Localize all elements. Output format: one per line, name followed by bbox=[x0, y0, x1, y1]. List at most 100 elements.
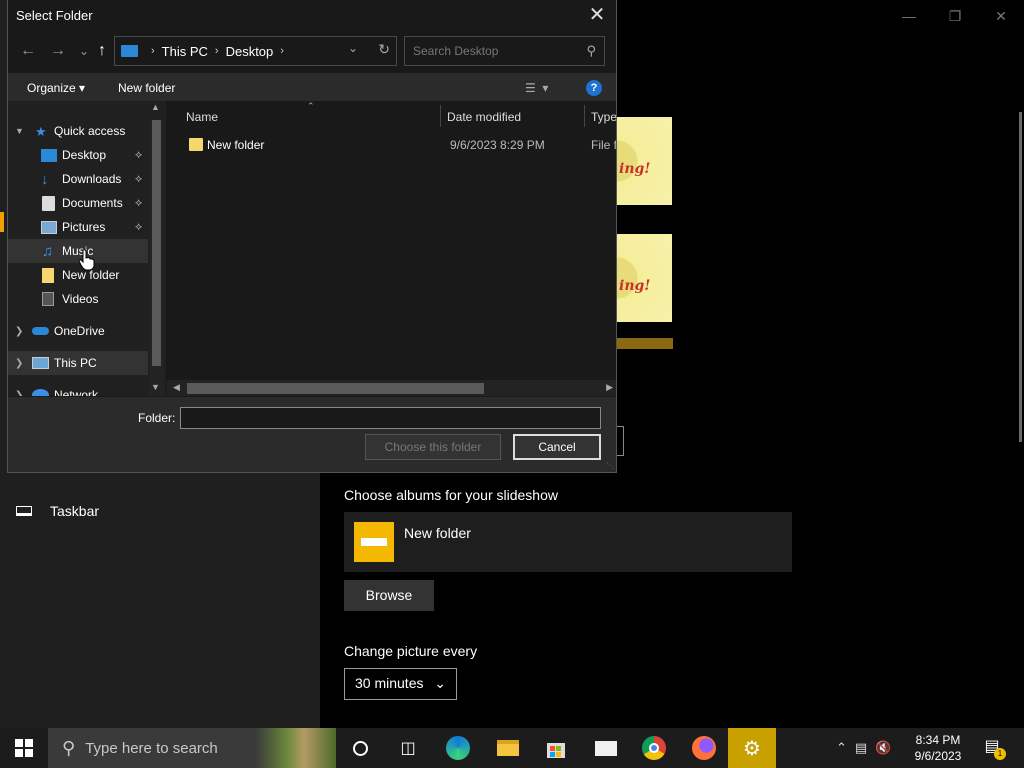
column-divider[interactable] bbox=[440, 105, 441, 127]
search-icon: ⚲ bbox=[62, 737, 76, 758]
file-name: New folder bbox=[207, 138, 265, 152]
view-options-icon[interactable]: ☰ ▾ bbox=[525, 81, 548, 95]
scroll-down-icon[interactable]: ▼ bbox=[151, 382, 160, 392]
nav-item-desktop[interactable]: Desktop ⟡ bbox=[8, 143, 148, 167]
pin-icon: ⟡ bbox=[135, 196, 143, 209]
nav-item-pictures[interactable]: Pictures ⟡ bbox=[8, 215, 148, 239]
scroll-up-icon[interactable]: ▲ bbox=[151, 102, 160, 112]
choose-folder-button[interactable]: Choose this folder bbox=[365, 434, 501, 460]
taskbar-search-box[interactable]: ⚲ Type here to search bbox=[48, 728, 336, 768]
mail-icon[interactable] bbox=[582, 728, 630, 768]
nav-item-videos[interactable]: Videos bbox=[8, 287, 148, 311]
close-icon[interactable]: ✕ bbox=[582, 1, 612, 31]
folder-icon bbox=[42, 268, 54, 283]
sidebar-item-taskbar[interactable]: Taskbar bbox=[16, 503, 99, 519]
network-icon bbox=[32, 389, 49, 396]
nav-item-label: OneDrive bbox=[54, 324, 105, 338]
nav-item-network[interactable]: ❯ Network bbox=[8, 383, 148, 396]
search-icon: ⚲ bbox=[586, 43, 596, 58]
cortana-icon[interactable] bbox=[336, 728, 384, 768]
nav-item-downloads[interactable]: ↓ Downloads ⟡ bbox=[8, 167, 148, 191]
select-folder-dialog: Select Folder ✕ ← → ⌄ ↑ › This PC › Desk… bbox=[7, 0, 617, 473]
windows-start-icon[interactable] bbox=[0, 728, 48, 768]
nav-item-documents[interactable]: Documents ⟡ bbox=[8, 191, 148, 215]
nav-item-label: Videos bbox=[62, 292, 99, 306]
microsoft-store-icon[interactable] bbox=[532, 728, 580, 768]
file-type: File folder bbox=[591, 138, 616, 152]
settings-gear-icon[interactable]: ⚙ bbox=[728, 728, 776, 768]
download-icon: ↓ bbox=[41, 170, 49, 188]
browse-button[interactable]: Browse bbox=[344, 580, 434, 611]
cancel-button[interactable]: Cancel bbox=[513, 434, 601, 460]
resize-grip-icon[interactable]: ⋱ bbox=[606, 461, 614, 470]
album-card[interactable]: New folder bbox=[344, 512, 792, 572]
address-bar[interactable]: › This PC › Desktop › ⌄ ↻ bbox=[114, 36, 397, 66]
horizontal-scroll-thumb[interactable] bbox=[187, 383, 484, 394]
settings-scrollbar[interactable] bbox=[1019, 112, 1022, 442]
back-arrow-icon[interactable]: ← bbox=[15, 38, 41, 64]
column-header-type[interactable]: Type bbox=[591, 110, 616, 124]
thumbnail-text: ing! bbox=[619, 161, 651, 177]
interval-select[interactable]: 30 minutes ⌄ bbox=[344, 668, 457, 700]
refresh-icon[interactable]: ↻ bbox=[378, 41, 390, 58]
organize-button[interactable]: Organize ▾ bbox=[27, 81, 85, 95]
address-dropdown-icon[interactable]: ⌄ bbox=[348, 41, 358, 55]
task-view-icon[interactable]: ◫ bbox=[384, 728, 432, 768]
breadcrumb-this-pc[interactable]: This PC bbox=[162, 44, 208, 59]
close-window-icon[interactable]: ✕ bbox=[978, 6, 1024, 26]
notification-center-icon[interactable]: ▤ 1 bbox=[980, 736, 1006, 760]
folder-icon bbox=[189, 138, 203, 151]
column-header-name[interactable]: Name bbox=[186, 110, 218, 124]
nav-item-label: Network bbox=[54, 388, 99, 396]
chevron-right-icon: ❯ bbox=[15, 325, 24, 337]
nav-item-label: Documents bbox=[62, 196, 123, 210]
firefox-browser-icon[interactable] bbox=[680, 728, 728, 768]
sort-ascending-icon: ⌃ bbox=[307, 101, 315, 111]
column-header-date[interactable]: Date modified bbox=[447, 110, 521, 124]
nav-item-this-pc[interactable]: ❯ This PC bbox=[8, 351, 148, 375]
taskbar-clock[interactable]: 8:34 PM 9/6/2023 bbox=[908, 732, 968, 764]
column-divider[interactable] bbox=[584, 105, 585, 127]
preview-thumbnail: ing! bbox=[617, 117, 672, 205]
album-name: New folder bbox=[404, 525, 471, 541]
nav-item-label: Desktop bbox=[62, 148, 107, 162]
video-icon bbox=[42, 292, 54, 306]
chevron-up-icon[interactable]: ⌃ bbox=[836, 740, 847, 756]
help-icon[interactable]: ? bbox=[586, 80, 602, 96]
horizontal-scrollbar[interactable]: ◀ ▶ bbox=[167, 380, 616, 396]
up-arrow-icon[interactable]: ↑ bbox=[89, 38, 115, 64]
forward-arrow-icon[interactable]: → bbox=[45, 38, 71, 64]
network-tray-icon[interactable]: ▤ bbox=[855, 740, 867, 756]
file-explorer-icon[interactable] bbox=[484, 728, 532, 768]
edge-browser-icon[interactable] bbox=[434, 728, 482, 768]
volume-muted-icon[interactable]: 🔇 bbox=[875, 740, 891, 756]
folder-input[interactable] bbox=[180, 407, 601, 429]
minimize-icon[interactable]: — bbox=[886, 6, 932, 26]
computer-icon bbox=[32, 357, 49, 369]
folder-icon bbox=[354, 522, 394, 562]
breadcrumb-separator: › bbox=[214, 45, 219, 57]
pin-icon: ⟡ bbox=[135, 172, 143, 185]
nav-item-label: Pictures bbox=[62, 220, 106, 234]
chrome-browser-icon[interactable] bbox=[630, 728, 678, 768]
breadcrumb-separator: › bbox=[151, 45, 155, 57]
file-row[interactable]: New folder 9/6/2023 8:29 PM File folder bbox=[167, 134, 616, 156]
breadcrumb-desktop[interactable]: Desktop bbox=[226, 44, 274, 59]
scroll-right-icon[interactable]: ▶ bbox=[606, 382, 613, 393]
file-list: Name ⌃ Date modified Type New folder 9/6… bbox=[167, 101, 616, 396]
new-folder-button[interactable]: New folder bbox=[118, 81, 175, 95]
search-input[interactable]: Search Desktop ⚲ bbox=[404, 36, 605, 66]
nav-item-quick-access[interactable]: ▼ ★ Quick access bbox=[8, 119, 148, 143]
taskbar: ⚲ Type here to search ◫ ⚙ ⌃ ▤ 🔇 8:34 PM … bbox=[0, 728, 1024, 768]
document-icon bbox=[42, 196, 55, 211]
interval-heading: Change picture every bbox=[344, 643, 478, 659]
nav-pane-scroll-thumb[interactable] bbox=[152, 120, 161, 366]
search-placeholder: Search Desktop bbox=[413, 44, 499, 58]
nav-item-onedrive[interactable]: ❯ OneDrive bbox=[8, 319, 148, 343]
star-icon: ★ bbox=[35, 123, 47, 139]
scroll-left-icon[interactable]: ◀ bbox=[173, 382, 180, 393]
clock-date: 9/6/2023 bbox=[914, 749, 962, 763]
restore-icon[interactable]: ❐ bbox=[932, 6, 978, 26]
computer-icon bbox=[121, 45, 138, 57]
thumbnail-text: ing! bbox=[619, 278, 651, 294]
